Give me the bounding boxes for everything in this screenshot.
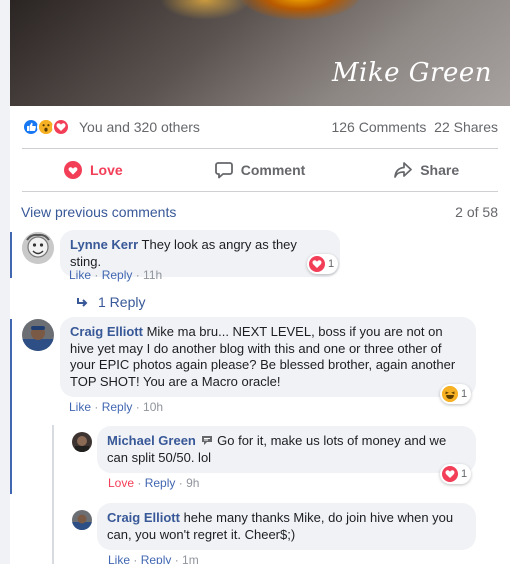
comment-pager: 2 of 58 — [455, 204, 498, 220]
share-button-label: Share — [420, 162, 460, 178]
avatar[interactable] — [72, 432, 92, 452]
reply-meta: Love · Reply · 9h — [108, 476, 199, 490]
reply-meta: Like · Reply · 1m — [108, 553, 199, 564]
separator: · — [91, 268, 102, 282]
separator: · — [130, 553, 141, 564]
reaction-count: 1 — [461, 468, 468, 480]
avatar[interactable] — [22, 232, 54, 264]
like-link[interactable]: Like — [69, 268, 91, 282]
comment-button[interactable]: Comment — [177, 149, 344, 191]
reply-reaction-badge[interactable]: 1 — [440, 464, 472, 484]
reaction-count: 1 — [461, 388, 468, 400]
share-icon — [394, 162, 413, 178]
reply-author[interactable]: Michael Green — [107, 433, 196, 448]
comment-highlight-bar — [10, 319, 12, 494]
comment-meta: Like · Reply · 11h — [69, 268, 162, 282]
love-button[interactable]: Love — [10, 149, 177, 191]
post-card: You and 320 others 126 Comments 22 Share… — [10, 106, 510, 564]
comment-meta: Like · Reply · 10h — [69, 400, 163, 414]
reply-link[interactable]: Reply — [102, 400, 133, 414]
reply-link[interactable]: Reply — [102, 268, 133, 282]
comment-thread: View previous comments 2 of 58 Lynne Ker… — [10, 192, 510, 564]
reply-time[interactable]: 1m — [182, 553, 199, 564]
comment-reaction-badge[interactable]: 1 — [307, 254, 339, 274]
reply-thread-line — [52, 425, 54, 564]
post-stats: You and 320 others 126 Comments 22 Share… — [10, 106, 510, 148]
comment-author[interactable]: Craig Elliott — [70, 324, 143, 339]
love-icon — [442, 466, 458, 482]
reaction-count: 1 — [328, 258, 335, 270]
comment-icon — [214, 162, 233, 179]
separator: · — [132, 400, 144, 414]
like-link[interactable]: Like — [108, 553, 130, 564]
comment-time[interactable]: 10h — [143, 400, 163, 414]
photo-watermark: Mike Green — [331, 58, 492, 88]
photo-highlight — [160, 0, 250, 20]
share-button[interactable]: Share — [343, 149, 510, 191]
reply-author[interactable]: Craig Elliott — [107, 510, 180, 525]
comment-time[interactable]: 11h — [143, 268, 162, 282]
avatar[interactable] — [22, 319, 54, 351]
reply-bubble: Michael Green Go for it, make us lots of… — [97, 426, 476, 473]
reply-arrow-icon — [77, 298, 88, 307]
reactions-summary[interactable]: You and 320 others — [79, 119, 200, 135]
comment-highlight-bar — [10, 232, 12, 278]
love-link[interactable]: Love — [108, 476, 134, 490]
love-button-label: Love — [89, 162, 123, 178]
comment-reaction-badge[interactable]: 1 — [440, 384, 472, 404]
separator: · — [91, 400, 102, 414]
replies-count: 1 Reply — [98, 294, 146, 310]
reply-time[interactable]: 9h — [186, 476, 199, 490]
photo-highlight — [240, 0, 360, 20]
comment-button-label: Comment — [240, 162, 306, 178]
view-previous-comments-link[interactable]: View previous comments — [21, 204, 176, 220]
view-replies-link[interactable]: 1 Reply — [76, 294, 145, 310]
comments-shares-count[interactable]: 126 Comments 22 Shares — [331, 119, 498, 135]
avatar[interactable] — [72, 510, 92, 530]
separator: · — [175, 476, 187, 490]
love-icon — [309, 256, 325, 272]
reply-link[interactable]: Reply — [141, 553, 172, 564]
love-icon — [63, 161, 82, 179]
haha-icon — [442, 386, 458, 402]
reply-bubble: Craig Elliott hehe many thanks Mike, do … — [97, 503, 476, 550]
separator: · — [132, 268, 144, 282]
like-link[interactable]: Like — [69, 400, 91, 414]
separator: · — [134, 476, 145, 490]
post-actions: Love Comment Share — [10, 149, 510, 191]
post-photo[interactable]: Mike Green — [10, 0, 510, 106]
comment-author[interactable]: Lynne Kerr — [70, 237, 138, 252]
reaction-icons[interactable] — [22, 118, 70, 136]
love-icon — [52, 118, 70, 136]
comment-bubble: Craig Elliott Mike ma bru... NEXT LEVEL,… — [60, 317, 476, 397]
reply-link[interactable]: Reply — [145, 476, 176, 490]
separator: · — [171, 553, 183, 564]
messenger-badge-icon — [201, 436, 212, 445]
